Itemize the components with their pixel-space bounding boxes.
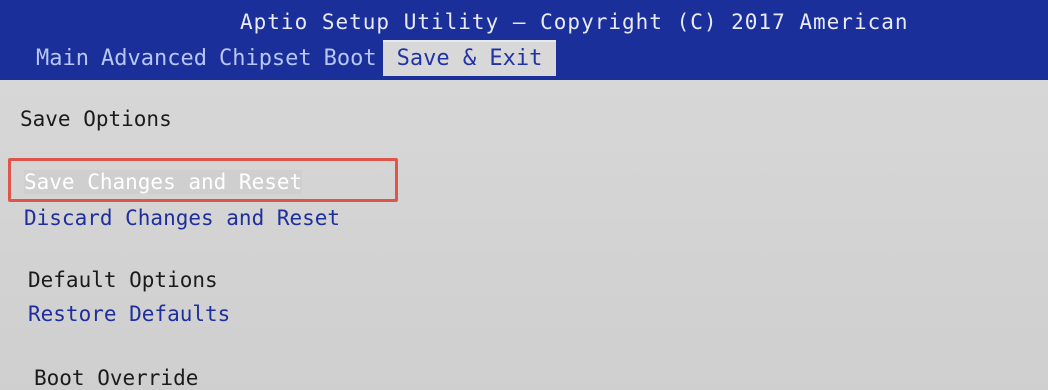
boot-override-heading: Boot Override [34, 366, 199, 390]
tab-advanced[interactable]: Advanced [95, 42, 213, 76]
menu-tabs: Main Advanced Chipset Boot Save & Exit [30, 40, 557, 76]
tab-main[interactable]: Main [30, 42, 95, 76]
bios-screen: Aptio Setup Utility – Copyright (C) 2017… [0, 0, 1048, 390]
restore-defaults-option[interactable]: Restore Defaults [28, 302, 230, 326]
save-options-heading: Save Options [20, 107, 172, 131]
utility-title: Aptio Setup Utility – Copyright (C) 2017… [240, 10, 909, 34]
tab-boot[interactable]: Boot [318, 42, 383, 76]
tab-chipset[interactable]: Chipset [213, 42, 318, 76]
discard-changes-and-reset-option[interactable]: Discard Changes and Reset [24, 206, 340, 230]
save-changes-and-reset-option[interactable]: Save Changes and Reset [24, 170, 303, 194]
header-bar: Aptio Setup Utility – Copyright (C) 2017… [0, 0, 1048, 80]
save-exit-content: Save Options Save Changes and Reset Disc… [0, 80, 1048, 390]
tab-save-exit[interactable]: Save & Exit [382, 40, 557, 76]
default-options-heading: Default Options [28, 268, 218, 292]
